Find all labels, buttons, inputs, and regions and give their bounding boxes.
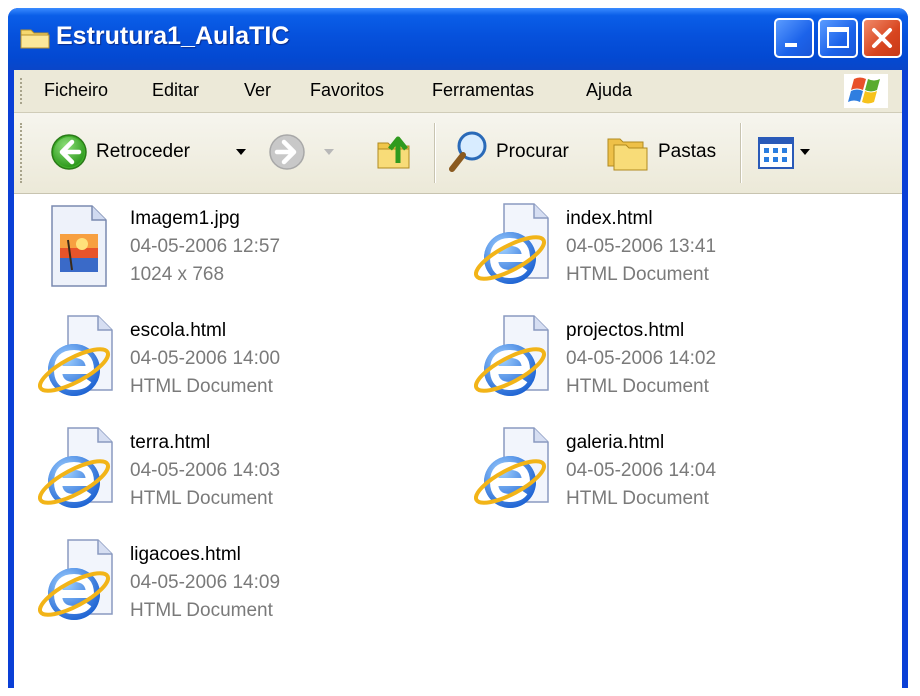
menu-favoritos[interactable]: Favoritos [310,80,384,101]
ie-html-icon [473,200,554,292]
toolbar-separator [740,123,742,183]
folders-icon [607,138,648,171]
menu-ver[interactable]: Ver [244,80,271,101]
file-detail: HTML Document [130,488,273,509]
forward-button[interactable] [262,113,342,193]
views-button[interactable] [754,113,824,193]
close-icon [872,28,892,48]
close-button[interactable] [862,18,902,58]
ie-html-icon [37,536,118,628]
ie-html-icon [37,312,118,404]
up-button[interactable] [366,113,426,193]
menu-ajuda[interactable]: Ajuda [586,80,632,101]
maximize-button[interactable] [818,18,858,58]
file-date: 04-05-2006 13:41 [566,236,717,257]
search-icon [449,131,487,172]
jpeg-image-icon [38,200,118,292]
file-date: 04-05-2006 14:09 [130,572,281,593]
file-name: index.html [566,208,653,229]
file-detail: HTML Document [566,376,709,397]
file-detail: HTML Document [566,488,709,509]
file-detail: HTML Document [566,264,709,285]
file-list: Imagem1.jpg 04-05-2006 12:57 1024 x 768 in… [14,194,902,688]
folders-label: Pastas [658,141,717,162]
file-date: 04-05-2006 14:02 [566,348,717,369]
folder-icon [20,29,50,49]
file-date: 04-05-2006 14:03 [130,460,281,481]
toolbar-separator [434,123,436,183]
folders-button[interactable]: Pastas [602,113,732,193]
back-dropdown-icon[interactable] [236,149,246,155]
file-item[interactable]: terra.html 04-05-2006 14:03 HTML Document [37,424,458,524]
file-name: ligacoes.html [130,544,241,565]
title-bar[interactable]: Estrutura1_AulaTIC [8,8,908,70]
file-date: 04-05-2006 12:57 [130,236,281,257]
minimize-icon [785,43,797,47]
up-folder-icon [377,136,410,169]
menu-ferramentas[interactable]: Ferramentas [432,80,534,101]
window-client: Ficheiro Editar Ver Favoritos Ferramenta… [14,70,902,688]
file-item[interactable]: ligacoes.html 04-05-2006 14:09 HTML Docume… [37,536,458,636]
windows-logo-icon [844,74,888,108]
back-label: Retroceder [96,141,190,162]
file-name: projectos.html [566,320,685,341]
file-name: Imagem1.jpg [130,208,240,229]
file-date: 04-05-2006 14:04 [566,460,717,481]
file-name: terra.html [130,432,211,453]
maximize-icon [827,27,849,48]
file-detail: 1024 x 768 [130,264,225,285]
file-item[interactable]: galeria.html 04-05-2006 14:04 HTML Documen… [473,424,894,524]
menu-editar[interactable]: Editar [152,80,199,101]
minimize-button[interactable] [774,18,814,58]
file-detail: HTML Document [130,600,273,621]
standard-toolbar: Retroceder Procurar Pastas [14,113,902,194]
menu-ficheiro[interactable]: Ficheiro [44,80,108,101]
ie-html-icon [473,312,554,404]
menu-bar: Ficheiro Editar Ver Favoritos Ferramenta… [14,70,902,113]
menubar-grip[interactable] [20,78,25,104]
explorer-window: Estrutura1_AulaTIC Ficheiro Editar Ver F… [8,8,908,688]
window-title: Estrutura1_AulaTIC [56,22,290,50]
file-name: galeria.html [566,432,665,453]
forward-arrow-icon [269,134,305,170]
file-item[interactable]: index.html 04-05-2006 13:41 HTML Document [473,200,894,300]
search-label: Procurar [496,141,569,162]
file-item[interactable]: projectos.html 04-05-2006 14:02 HTML Docum… [473,312,894,412]
toolbar-grip[interactable] [20,123,25,183]
file-date: 04-05-2006 14:00 [130,348,281,369]
back-arrow-icon [51,134,87,170]
file-detail: HTML Document [130,376,273,397]
file-item[interactable]: escola.html 04-05-2006 14:00 HTML Document [37,312,458,412]
ie-html-icon [473,424,554,516]
file-name: escola.html [130,320,227,341]
views-icon [758,137,794,169]
ie-html-icon [37,424,118,516]
views-dropdown-icon[interactable] [800,149,810,155]
search-button[interactable]: Procurar [444,113,592,193]
file-item[interactable]: Imagem1.jpg 04-05-2006 12:57 1024 x 768 [38,200,458,300]
back-button[interactable]: Retroceder [46,113,256,193]
forward-dropdown-icon [324,149,334,155]
